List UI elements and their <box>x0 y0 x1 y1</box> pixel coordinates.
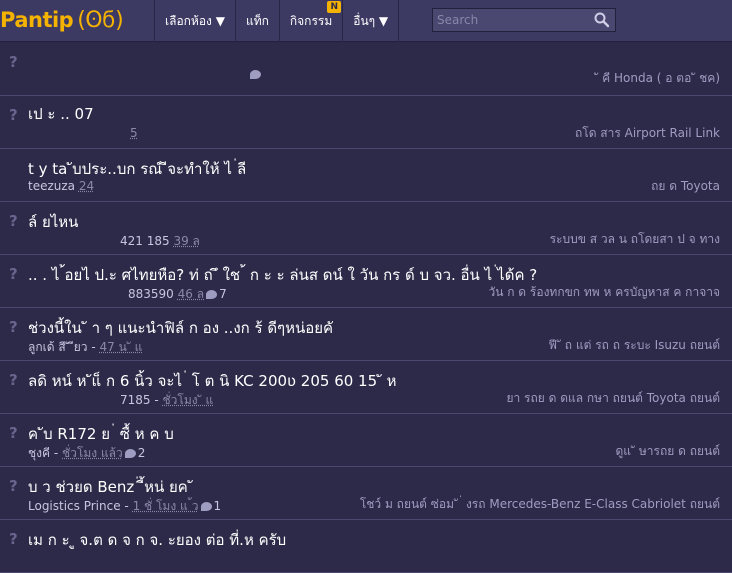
question-icon: ? <box>9 371 18 389</box>
question-icon: ? <box>9 212 18 230</box>
list-item[interactable]: ? ลดิ หน์ ห ัแ็ ก 6 นิ้ว จะไ ่ โ ต นิ KC… <box>0 361 732 414</box>
topic-title[interactable]: t y ta ับประ..บก รณ์ ีจะทำให้ ไ ่ลี <box>28 157 246 181</box>
nav-more[interactable]: อื่นๆ ▼ <box>342 0 400 42</box>
comment-icon <box>124 449 136 458</box>
comment-icon <box>250 70 261 79</box>
topic-title[interactable]: ลดิ หน์ ห ัแ็ ก 6 นิ้ว จะไ ่ โ ต นิ KC 2… <box>28 369 397 393</box>
question-icon: ? <box>9 424 18 442</box>
topic-meta: 883590 46 ล7 <box>128 287 227 301</box>
topic-tags[interactable]: ถโด สาร Airport Rail Link <box>575 124 720 143</box>
topic-title[interactable]: ช่วงนี้ใน ั า ๆ แนะนำฟิล์ ก อง ..งก ร้ ด… <box>28 316 333 340</box>
topic-title[interactable]: .. . ไ ้อยไ ป.ะ ศไทยหือ? ท่ ถ ึ ใช ้ ก ะ… <box>28 263 537 287</box>
list-item[interactable]: ? เม ก ะ ู จ.ต ด จ ก จ. ะยอง ต่อ ที่.ห ค… <box>0 520 732 573</box>
topic-meta: 5 <box>130 126 138 140</box>
topic-tags[interactable]: ถย ด Toyota <box>651 177 720 196</box>
topic-author: teezuza <box>28 179 76 193</box>
list-item[interactable]: ? เป ะ .. 07 5 ถโด สาร Airport Rail Link <box>0 96 732 149</box>
nav-activities[interactable]: กิจกรรม N <box>278 0 342 42</box>
topic-title[interactable]: บ ว ช่วยด Benz ่ ี้หน่ ยค ั <box>28 475 193 499</box>
question-icon: ? <box>9 106 18 124</box>
topic-author: Logistics Prince <box>28 499 121 513</box>
list-item[interactable]: ? ั คี Honda ( อ ตอ ั ชค) <box>0 43 732 96</box>
topic-meta: Logistics Prince - 1 ชั่ โมง แ ้ว 1 <box>28 499 222 513</box>
topic-meta: ลูกเด้ สี ั ียว - 47 น ั แ <box>28 340 143 354</box>
topic-tags[interactable]: โชว์ ม ถยนต์ ซ่อม ั ่ งรถ Mercedes-Benz … <box>360 495 720 514</box>
nav-activities-label: กิจกรรม <box>289 14 333 28</box>
topic-title[interactable]: ล์ ยไหน <box>28 210 78 234</box>
topic-meta: 421 185 39 ล <box>120 234 200 248</box>
comment-icon <box>206 290 218 299</box>
topic-meta: 7185 - ชั่วโมง ั แ <box>120 393 214 407</box>
topic-meta <box>126 67 263 81</box>
topic-author: ชุงคี <box>28 446 51 460</box>
topic-tags[interactable]: ดูแ ั ษารถย ด ถยนต์ <box>616 442 721 461</box>
search-input[interactable] <box>433 9 593 31</box>
list-item[interactable]: ? .. . ไ ้อยไ ป.ะ ศไทยหือ? ท่ ถ ึ ใช ้ ก… <box>0 255 732 308</box>
question-icon: ? <box>9 265 18 283</box>
question-icon: ? <box>9 530 18 548</box>
list-item[interactable]: ? ช่วงนี้ใน ั า ๆ แนะนำฟิล์ ก อง ..งก ร้… <box>0 308 732 361</box>
question-icon: ? <box>9 318 18 336</box>
nav-tags[interactable]: แท็ก <box>234 0 279 42</box>
logo-text: Pantip <box>0 8 74 32</box>
list-item[interactable]: ? ล์ ยไหน 421 185 39 ล ระบบข ส วล น ถโดย… <box>0 202 732 255</box>
topic-title[interactable]: ค ับ R172 ย ่ ซื้ ห ค บ <box>28 422 174 446</box>
top-navbar: Pantip (ʘϭ) เลือกห้อง ▼ แท็ก กิจกรรม N อื… <box>0 0 732 42</box>
question-icon: ? <box>9 477 18 495</box>
main-nav: เลือกห้อง ▼ แท็ก กิจกรรม N อื่นๆ ▼ <box>154 0 400 42</box>
topic-author: ลูกเด้ สี ั ียว <box>28 340 88 354</box>
list-item[interactable]: ? ค ับ R172 ย ่ ซื้ ห ค บ ชุงคี - ชั่วโม… <box>0 414 732 467</box>
topic-tags[interactable]: วัน ก ด ร้องทกขก ทพ ห ครบัญหาส ค กาจาจ <box>488 283 720 302</box>
topic-list: ? ั คี Honda ( อ ตอ ั ชค) ? เป ะ .. 07 5… <box>0 43 732 573</box>
search-icon[interactable] <box>593 11 611 29</box>
list-item[interactable]: t y ta ับประ..บก รณ์ ีจะทำให้ ไ ่ลี teez… <box>0 149 732 202</box>
topic-tags[interactable]: ฟี ั ถ แต่ รถ ถ ระบะ Isuzu ถยนต์ <box>548 336 720 355</box>
nav-select-room[interactable]: เลือกห้อง ▼ <box>154 0 235 42</box>
search-box <box>432 8 616 32</box>
logo-mark: (ʘϭ) <box>77 8 124 33</box>
comment-icon <box>200 502 212 511</box>
topic-tags[interactable]: ยา รถย ด ดแล กษา ถยนต์ Toyota ถยนต์ <box>506 389 720 408</box>
new-badge: N <box>327 1 342 13</box>
pantip-logo[interactable]: Pantip (ʘϭ) <box>0 4 124 36</box>
topic-tags[interactable]: ระบบข ส วล น ถโดยสา ป จ ทาง <box>550 230 720 249</box>
topic-meta: ชุงคี - ชั่วโมง แล้ว 2 <box>28 446 146 460</box>
topic-meta: teezuza 24 <box>28 179 95 193</box>
question-icon: ? <box>9 53 18 71</box>
topic-title[interactable]: เม ก ะ ู จ.ต ด จ ก จ. ะยอง ต่อ ที่.ห ครั… <box>28 528 286 552</box>
list-item[interactable]: ? บ ว ช่วยด Benz ่ ี้หน่ ยค ั Logistics … <box>0 467 732 520</box>
topic-tags[interactable]: ั คี Honda ( อ ตอ ั ชค) <box>598 69 720 88</box>
topic-title[interactable]: เป ะ .. 07 <box>28 102 94 126</box>
